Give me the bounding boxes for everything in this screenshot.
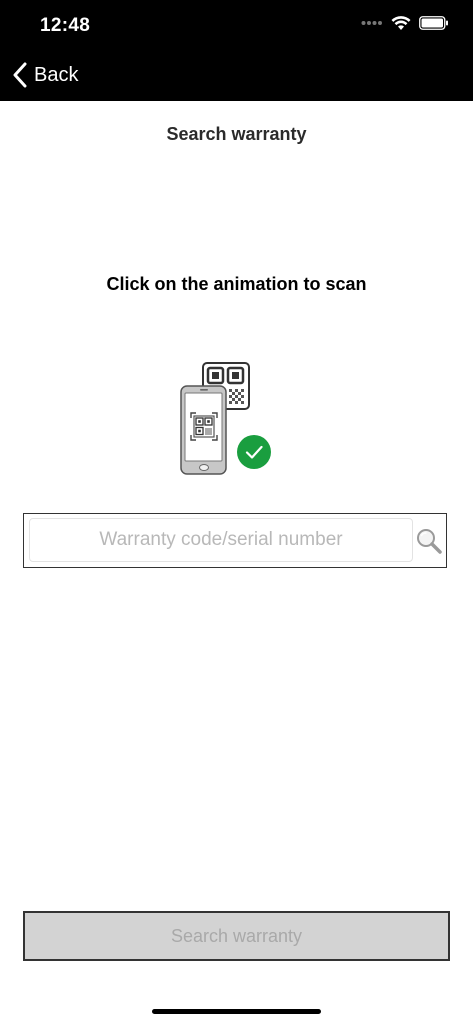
warranty-code-input[interactable] [29,518,413,562]
status-icons [361,15,449,31]
search-box [23,513,447,568]
back-label: Back [34,63,79,86]
warranty-search-screen: 12:48 Back Search warranty Click on the … [0,0,473,1024]
signal-dots-icon [361,21,382,25]
battery-icon [419,16,448,30]
chevron-left-icon [13,62,27,88]
navigation-bar: Back [0,52,473,101]
status-time: 12:48 [40,15,91,36]
search-icon[interactable] [415,527,443,555]
scan-instruction: Click on the animation to scan [106,274,367,294]
back-button[interactable]: Back [12,62,78,88]
wifi-icon [391,16,411,30]
search-warranty-button[interactable]: Search warranty [23,911,450,961]
status-bar: 12:48 [0,0,473,52]
scan-animation[interactable] [176,360,276,478]
home-indicator[interactable] [152,1009,321,1014]
page-title: Search warranty [166,124,307,144]
qr-scan-phone-icon [180,362,271,475]
